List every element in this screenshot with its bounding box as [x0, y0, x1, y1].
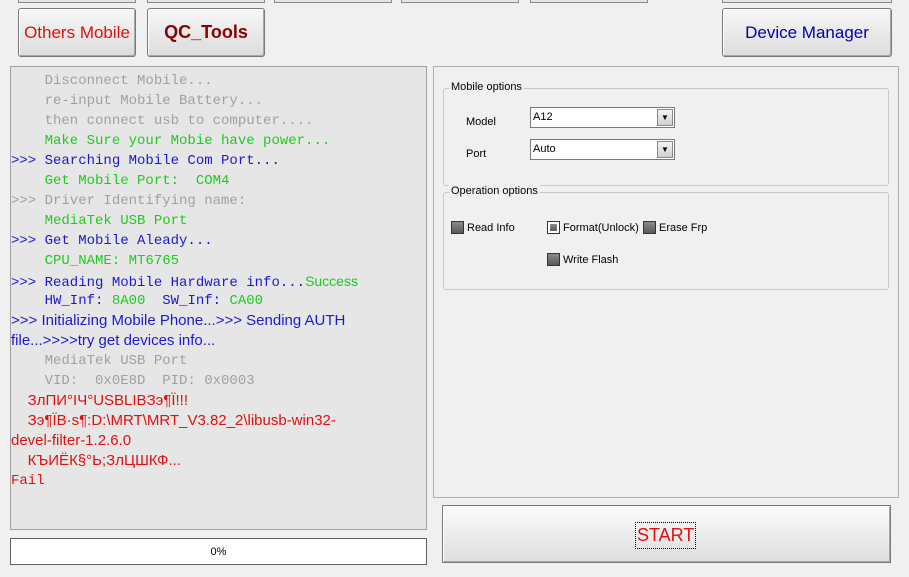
progress-bar: 0%	[10, 538, 427, 565]
log-line-text: >>> Initializing Mobile Phone...>>> Send…	[11, 312, 346, 329]
log-line-text: then connect usb to computer....	[11, 113, 314, 129]
read-info-option[interactable]: Read Info	[451, 221, 515, 234]
log-line-text: MediaTek USB Port	[11, 353, 188, 369]
erase-frp-option[interactable]: Erase Frp	[643, 221, 707, 234]
log-line-segment: 8A00	[111, 293, 146, 309]
port-select[interactable]: Auto ▼	[530, 139, 675, 160]
log-line-text: >>> Driver Identifying name:	[11, 193, 247, 209]
model-value: A12	[533, 111, 553, 123]
log-line: Get Mobile Port: COM4	[11, 171, 230, 191]
log-line-text: MediaTek USB Port	[11, 213, 188, 229]
log-line-text: Make Sure your Mobie have power...	[11, 133, 331, 149]
device-manager-button[interactable]: Device Manager	[722, 8, 892, 57]
log-line: >>> Get Mobile Aleady...	[11, 231, 213, 251]
log-line-text: devel-filter-1.2.6.0	[11, 432, 132, 449]
format-unlock-option[interactable]: Format(Unlock)	[547, 221, 639, 234]
qc-tools-button[interactable]: QC_Tools	[147, 8, 265, 57]
log-line: MediaTek USB Port	[11, 351, 188, 371]
log-line: Make Sure your Mobie have power...	[11, 131, 331, 151]
model-select[interactable]: A12 ▼	[530, 107, 675, 128]
tab-stub[interactable]	[18, 0, 136, 3]
log-line: >>> Reading Mobile Hardware info...Succe…	[11, 271, 358, 293]
log-line-text: >>> Reading Mobile Hardware info...	[11, 275, 306, 291]
log-line-text: ЗлПИ°ІЧ°USBLIBЗэ¶Ї!!!	[11, 392, 189, 409]
format-unlock-checkbox[interactable]	[547, 221, 560, 234]
log-panel[interactable]: Disconnect Mobile... re-input Mobile Bat…	[10, 66, 427, 530]
log-line-segment: SW_Inf:	[145, 293, 230, 309]
tab-stub[interactable]	[722, 0, 892, 3]
top-tabstrip: Others Mobile QC_Tools Device Manager	[0, 0, 909, 60]
log-line: HW_Inf: 8A00 SW_Inf: CA00	[11, 291, 263, 311]
log-line: file...>>>>try get devices info...	[11, 331, 215, 351]
log-line: Зэ¶ЇВ·s¶:D:\MRT\MRT_V3.82_2\libusb-win32…	[11, 411, 336, 431]
operation-options-title: Operation options	[449, 185, 540, 197]
tab-stub[interactable]	[401, 0, 519, 3]
log-line-text: VID: 0x0E8D PID: 0x0003	[11, 373, 255, 389]
log-line: MediaTek USB Port	[11, 211, 188, 231]
log-line-segment: CA00	[229, 293, 264, 309]
write-flash-option[interactable]: Write Flash	[547, 253, 618, 266]
log-line-segment: HW_Inf:	[11, 293, 112, 309]
format-unlock-label: Format(Unlock)	[563, 221, 639, 234]
log-line-status: Success	[305, 273, 358, 289]
log-line: devel-filter-1.2.6.0	[11, 431, 131, 451]
model-label: Model	[466, 116, 496, 128]
log-line-text: re-input Mobile Battery...	[11, 93, 264, 109]
options-panel: Mobile options Model A12 ▼ Port Auto ▼ O…	[433, 66, 899, 498]
erase-frp-checkbox[interactable]	[643, 221, 656, 234]
mobile-options-group: Mobile options Model A12 ▼ Port Auto ▼	[443, 81, 889, 186]
log-line-text: Get Mobile Port: COM4	[11, 173, 230, 189]
log-line-text: >>> Searching Mobile Com Port...	[11, 153, 280, 169]
log-line: ЗлПИ°ІЧ°USBLIBЗэ¶Ї!!!	[11, 391, 188, 411]
port-label: Port	[466, 148, 487, 160]
log-line: Disconnect Mobile...	[11, 71, 213, 91]
log-line: CPU_NAME: MT6765	[11, 251, 179, 271]
read-info-label: Read Info	[467, 221, 515, 234]
operation-options-group: Operation options Read Info Format(Unloc…	[443, 185, 889, 290]
start-button[interactable]: START	[442, 505, 891, 563]
log-line-text: CPU_NAME: MT6765	[11, 253, 180, 269]
log-line: >>> Initializing Mobile Phone...>>> Send…	[11, 311, 345, 331]
start-label: START	[635, 522, 697, 549]
progress-label: 0%	[210, 545, 227, 558]
mobile-options-title: Mobile options	[449, 81, 524, 93]
log-line: Fail	[11, 471, 45, 491]
chevron-down-icon[interactable]: ▼	[657, 141, 673, 158]
log-line-text: Fail	[11, 473, 45, 489]
write-flash-checkbox[interactable]	[547, 253, 560, 266]
tab-stub[interactable]	[147, 0, 265, 3]
erase-frp-label: Erase Frp	[659, 221, 708, 234]
log-line-text: Disconnect Mobile...	[11, 73, 213, 89]
log-line: re-input Mobile Battery...	[11, 91, 263, 111]
port-value: Auto	[533, 143, 556, 155]
log-line-text: >>> Get Mobile Aleady...	[11, 233, 213, 249]
tab-stub[interactable]	[274, 0, 392, 3]
others-mobile-button[interactable]: Others Mobile	[18, 8, 136, 57]
read-info-checkbox[interactable]	[451, 221, 464, 234]
log-line: >>> Searching Mobile Com Port...	[11, 151, 280, 171]
log-line-text: file...>>>>try get devices info...	[11, 332, 216, 349]
log-line: then connect usb to computer....	[11, 111, 314, 131]
tab-stub[interactable]	[530, 0, 648, 3]
log-line-text: КЪИЁК§°Ь;ЗлЦШКФ...	[11, 452, 181, 469]
log-line: КЪИЁК§°Ь;ЗлЦШКФ...	[11, 451, 181, 471]
write-flash-label: Write Flash	[563, 253, 619, 266]
log-line-text: Зэ¶ЇВ·s¶:D:\MRT\MRT_V3.82_2\libusb-win32…	[11, 412, 336, 429]
chevron-down-icon[interactable]: ▼	[657, 109, 673, 126]
log-line: VID: 0x0E8D PID: 0x0003	[11, 371, 255, 391]
log-line: >>> Driver Identifying name:	[11, 191, 246, 211]
